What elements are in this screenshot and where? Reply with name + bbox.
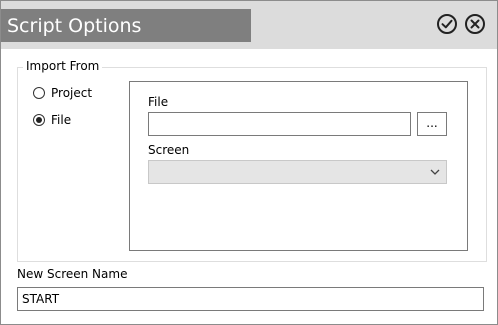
- confirm-button[interactable]: [436, 13, 458, 35]
- screen-select[interactable]: [148, 160, 447, 184]
- new-screen-name-input[interactable]: [17, 287, 484, 311]
- radio-file[interactable]: File: [33, 113, 71, 127]
- chevron-down-icon: [430, 169, 440, 175]
- window-title: Script Options: [7, 15, 142, 37]
- file-path-input[interactable]: [148, 112, 411, 136]
- title-bar: Script Options: [1, 1, 497, 49]
- radio-circle[interactable]: [33, 87, 45, 99]
- close-button[interactable]: [464, 13, 486, 35]
- script-options-window: Script Options Import From Project File …: [0, 0, 498, 325]
- radio-file-label: File: [51, 113, 72, 127]
- radio-project-label: Project: [51, 86, 93, 100]
- new-screen-name-label: New Screen Name: [17, 267, 128, 281]
- title-box: Script Options: [1, 9, 251, 42]
- file-label: File: [148, 95, 169, 109]
- radio-project[interactable]: Project: [33, 86, 92, 100]
- close-circle-icon: [465, 14, 485, 34]
- radio-selected-dot: [36, 117, 42, 123]
- browse-button[interactable]: ...: [417, 112, 447, 136]
- import-from-legend: Import From: [23, 59, 103, 73]
- check-circle-icon: [437, 14, 457, 34]
- screen-label: Screen: [148, 143, 190, 157]
- radio-circle[interactable]: [33, 114, 45, 126]
